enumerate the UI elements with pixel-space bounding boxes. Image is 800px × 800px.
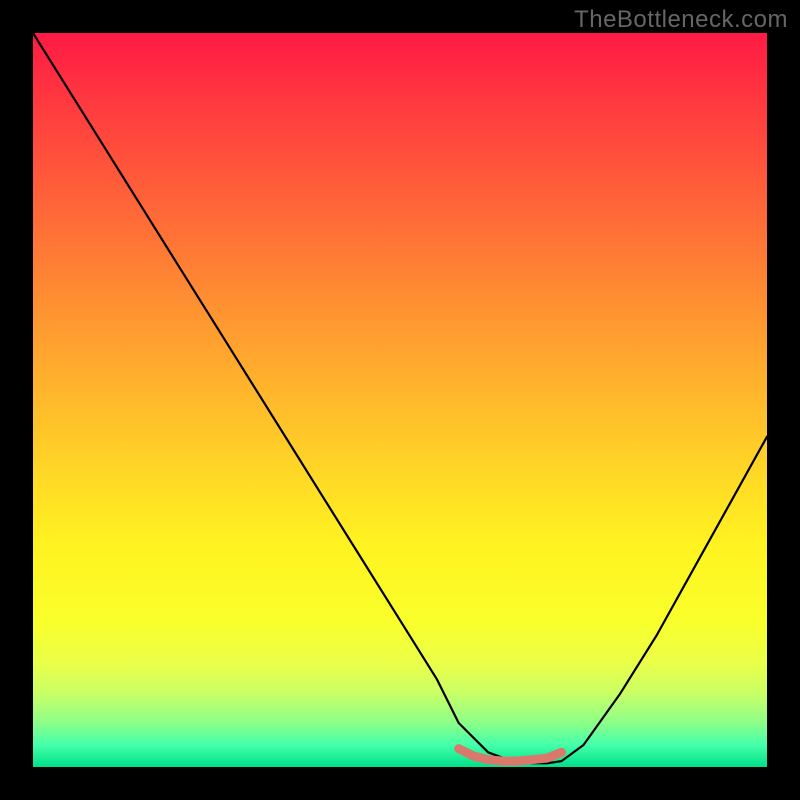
watermark-text: TheBottleneck.com bbox=[574, 6, 788, 34]
bottleneck-curve bbox=[33, 33, 767, 763]
curve-layer bbox=[33, 33, 767, 767]
optimal-band bbox=[459, 749, 562, 762]
chart-container: TheBottleneck.com bbox=[0, 0, 800, 800]
plot-area bbox=[33, 33, 767, 767]
